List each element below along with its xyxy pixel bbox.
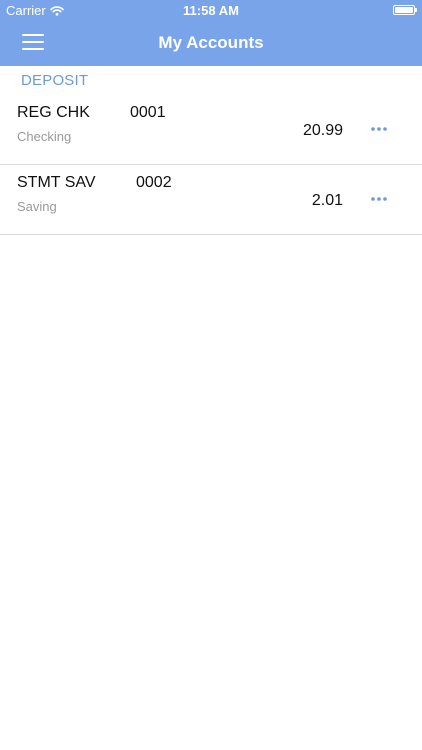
account-name: STMT SAV [17,174,96,191]
status-time: 11:58 AM [183,3,239,18]
more-ellipsis-icon[interactable] [370,124,388,134]
account-name: REG CHK [17,104,90,121]
my-accounts-screen: Carrier 11:58 AM My Accounts DEPOSIT REG… [0,0,422,750]
account-number: 0001 [130,104,166,121]
battery-icon [393,5,417,15]
row-divider [0,234,422,235]
page-title: My Accounts [158,33,264,52]
account-row[interactable]: STMT SAV 0002 Saving 2.01 [0,166,422,235]
section-header-deposit: DEPOSIT [21,72,89,89]
navigation-header: Carrier 11:58 AM My Accounts [0,0,422,66]
account-type: Checking [17,129,72,144]
account-row[interactable]: REG CHK 0001 Checking 20.99 [0,96,422,165]
account-balance: 20.99 [302,122,343,139]
account-type: Saving [17,199,57,214]
more-ellipsis-icon[interactable] [370,194,388,204]
account-balance: 2.01 [311,192,343,209]
status-bar: Carrier 11:58 AM [0,0,422,22]
account-number: 0002 [136,174,172,191]
row-divider [0,164,422,165]
